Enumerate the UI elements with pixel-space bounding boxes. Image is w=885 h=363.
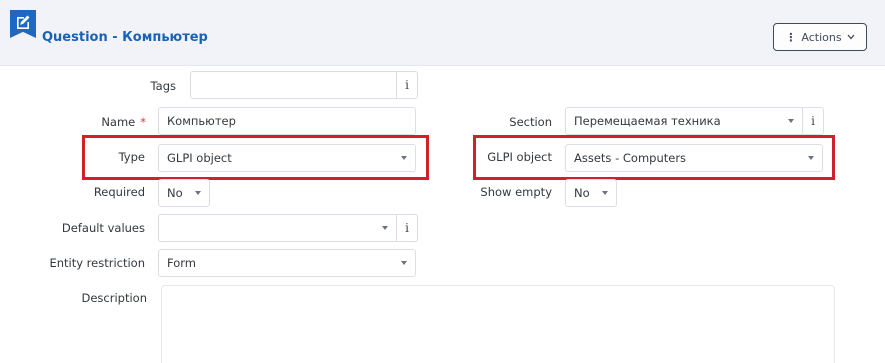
caret-down-icon bbox=[788, 119, 794, 123]
required-mark: * bbox=[140, 115, 146, 129]
required-select[interactable]: No bbox=[158, 179, 210, 207]
caret-down-icon bbox=[195, 191, 201, 195]
description-textarea[interactable] bbox=[161, 285, 835, 363]
entity-restriction-value: Form bbox=[167, 256, 196, 270]
highlight-box-type bbox=[82, 135, 429, 180]
required-label: Required bbox=[93, 185, 145, 199]
description-label: Description bbox=[81, 291, 148, 305]
actions-button[interactable]: ⋮ Actions bbox=[773, 23, 867, 51]
show-empty-label: Show empty bbox=[480, 185, 552, 199]
default-values-select[interactable] bbox=[158, 214, 397, 242]
section-label: Section bbox=[509, 115, 552, 129]
caret-down-icon bbox=[602, 191, 608, 195]
edit-icon bbox=[10, 10, 36, 38]
section-info-icon[interactable]: i bbox=[803, 107, 824, 135]
name-label-text: Name bbox=[101, 115, 136, 129]
caret-down-icon bbox=[382, 226, 388, 230]
show-empty-select[interactable]: No bbox=[565, 179, 617, 207]
name-input[interactable]: Компьютер bbox=[158, 107, 416, 135]
caret-down-icon bbox=[401, 261, 407, 265]
name-label: Name * bbox=[60, 115, 146, 129]
chevron-down-icon bbox=[847, 34, 855, 40]
default-values-info-icon[interactable]: i bbox=[397, 214, 418, 242]
more-vertical-icon: ⋮ bbox=[785, 30, 797, 44]
tags-label: Tags bbox=[150, 79, 176, 93]
entity-restriction-label: Entity restriction bbox=[49, 256, 145, 270]
highlight-box-glpi-object bbox=[473, 135, 835, 180]
section-value: Перемещаемая техника bbox=[574, 114, 721, 128]
actions-label: Actions bbox=[801, 30, 842, 44]
default-values-label: Default values bbox=[61, 221, 145, 235]
tags-input[interactable] bbox=[190, 71, 397, 99]
page-header: Question - Компьютер ⋮ Actions bbox=[0, 0, 885, 66]
required-value: No bbox=[167, 186, 183, 200]
page-title: Question - Компьютер bbox=[42, 30, 208, 45]
entity-restriction-select[interactable]: Form bbox=[158, 249, 416, 277]
section-select[interactable]: Перемещаемая техника bbox=[565, 107, 803, 135]
show-empty-value: No bbox=[574, 186, 590, 200]
tags-info-icon[interactable]: i bbox=[397, 71, 418, 99]
